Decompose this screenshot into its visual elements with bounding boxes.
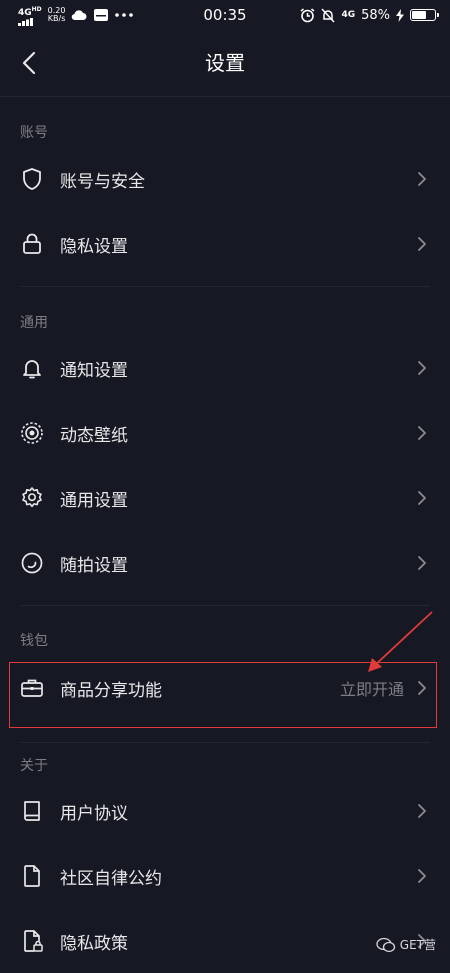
battery-percent: 58% [361, 7, 390, 23]
settings-item-user-agreement[interactable]: 用户协议 [0, 779, 450, 843]
section-header-about: 关于 [20, 758, 48, 774]
settings-item-privacy[interactable]: 隐私设置 [0, 212, 450, 276]
settings-item-account-security[interactable]: 账号与安全 [0, 147, 450, 211]
settings-item-label: 动态壁纸 [60, 425, 128, 446]
alarm-icon [300, 7, 315, 22]
page-title: 设置 [205, 51, 245, 75]
wechat-icon [376, 937, 395, 952]
nav-bar: 设置 [0, 30, 450, 97]
chevron-right-icon [416, 359, 428, 377]
privacy-document-icon [20, 929, 44, 953]
charging-icon [396, 8, 404, 22]
section-divider [20, 605, 430, 606]
status-bar: 4GHD 0.20 KB/s 00:35 4G 58% [0, 0, 450, 30]
settings-item-label: 通用设置 [60, 490, 128, 511]
chevron-right-icon [416, 235, 428, 253]
section-divider [20, 742, 430, 743]
bell-icon [20, 356, 44, 380]
chevron-right-icon [416, 867, 428, 885]
section-header-general: 通用 [20, 315, 48, 331]
mute-bell-icon [321, 7, 335, 23]
gear-icon [20, 486, 44, 510]
document-icon [20, 864, 44, 888]
settings-item-label: 社区自律公约 [60, 868, 162, 889]
shield-icon [20, 167, 44, 191]
watermark-text: GET营 [399, 938, 436, 952]
watermark: GET营 [376, 936, 436, 953]
settings-item-notifications[interactable]: 通知设置 [0, 336, 450, 400]
chevron-right-icon [416, 802, 428, 820]
annotation-arrow [368, 611, 433, 672]
settings-item-label: 账号与安全 [60, 171, 145, 192]
network-right: 4G [341, 10, 356, 20]
settings-item-general[interactable]: 通用设置 [0, 466, 450, 530]
lock-icon [20, 232, 44, 256]
settings-item-label: 用户协议 [60, 803, 128, 824]
settings-item-live-wallpaper[interactable]: 动态壁纸 [0, 401, 450, 465]
settings-item-label: 通知设置 [60, 360, 128, 381]
section-header-account: 账号 [20, 125, 48, 141]
settings-item-label: 随拍设置 [60, 555, 128, 576]
section-header-wallet: 钱包 [20, 633, 48, 649]
moment-icon [20, 551, 44, 575]
section-divider [20, 286, 430, 287]
battery-fill [412, 11, 426, 19]
chevron-right-icon [416, 489, 428, 507]
settings-item-label: 隐私设置 [60, 236, 128, 257]
chevron-right-icon [416, 424, 428, 442]
battery-icon [410, 9, 439, 21]
wallpaper-icon [20, 421, 44, 445]
status-right: 4G 58% [300, 0, 439, 30]
book-icon [20, 799, 44, 823]
settings-item-moment[interactable]: 随拍设置 [0, 531, 450, 595]
chevron-right-icon [416, 554, 428, 572]
settings-item-community-guidelines[interactable]: 社区自律公约 [0, 844, 450, 908]
settings-item-label: 隐私政策 [60, 933, 128, 954]
chevron-right-icon [416, 170, 428, 188]
